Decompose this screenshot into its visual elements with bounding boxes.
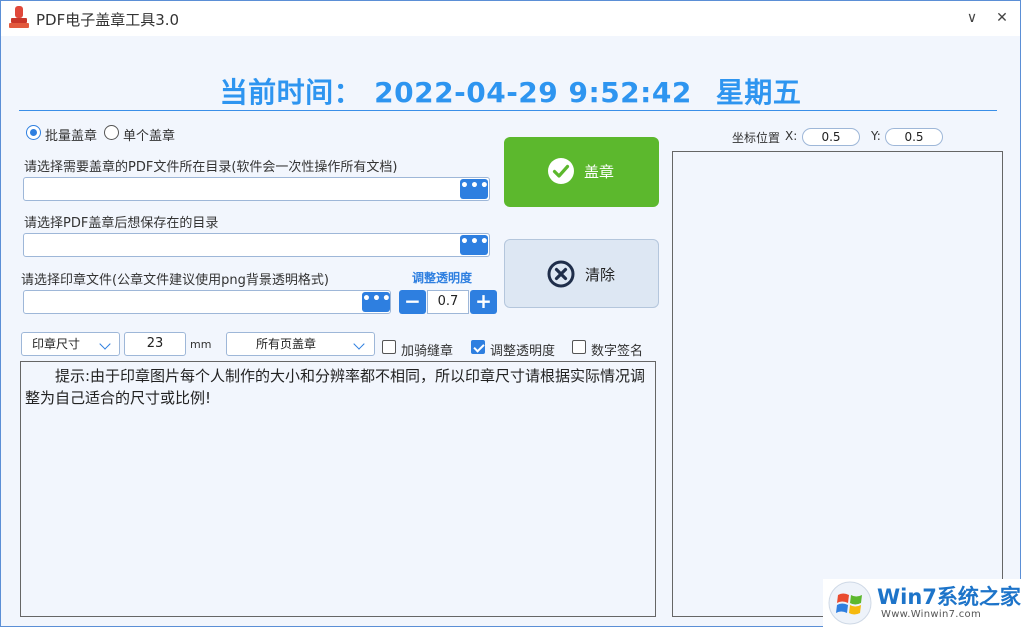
single-mode-radio[interactable]	[104, 125, 119, 140]
close-circle-icon	[547, 260, 575, 288]
source-dir-browse-button[interactable]: •••	[460, 179, 489, 199]
clear-button-label: 清除	[585, 266, 616, 284]
stamp-size-input[interactable]: 23	[124, 332, 186, 356]
watermark-brand: Win7系统之家	[877, 585, 1021, 609]
digital-signature-checkbox[interactable]	[572, 340, 586, 354]
batch-mode-label[interactable]: 批量盖章	[45, 125, 97, 144]
output-dir-browse-button[interactable]: •••	[460, 235, 489, 255]
minimize-button[interactable]: ∨	[961, 7, 983, 29]
watermark-url: Www.Winwin7.com	[881, 609, 981, 620]
seam-stamp-checkbox[interactable]	[382, 340, 396, 354]
stamp-file-label: 请选择印章文件(公章文件建议使用png背景透明格式)	[21, 273, 329, 288]
stamp-button-label: 盖章	[584, 163, 615, 181]
close-button[interactable]: ✕	[991, 7, 1013, 29]
weekday-value: 星期五	[715, 76, 802, 109]
window-title: PDF电子盖章工具3.0	[36, 11, 180, 29]
output-dir-label: 请选择PDF盖章后想保存在的目录	[24, 216, 219, 231]
opacity-caption: 调整透明度	[412, 271, 473, 285]
opacity-increase-button[interactable]: +	[470, 290, 497, 314]
time-value: 2022-04-29 9:52:42	[374, 76, 692, 109]
tip-textarea[interactable]: 提示:由于印章图片每个人制作的大小和分辨率都不相同，所以印章尺寸请根据实际情况调…	[20, 361, 656, 617]
app-window: PDF电子盖章工具3.0 ∨ ✕ 当前时间： 2022-04-29 9:52:42…	[0, 0, 1021, 627]
page-mode-select[interactable]: 所有页盖章	[226, 332, 375, 356]
header-divider	[19, 110, 997, 111]
clear-button[interactable]: 清除	[504, 239, 659, 308]
stamp-preview-panel[interactable]	[672, 151, 1003, 617]
page-mode-value: 所有页盖章	[255, 337, 316, 351]
seam-stamp-label[interactable]: 加骑缝章	[401, 340, 453, 359]
stamp-file-browse-button[interactable]: •••	[362, 292, 391, 312]
tip-text: 提示:由于印章图片每个人制作的大小和分辨率都不相同，所以印章尺寸请根据实际情况调…	[25, 367, 646, 407]
adjust-opacity-checkbox[interactable]	[471, 340, 485, 354]
batch-mode-radio[interactable]	[26, 125, 41, 140]
windows-logo-icon	[828, 581, 872, 625]
site-watermark: Win7系统之家 Www.Winwin7.com	[823, 579, 1021, 627]
title-bar[interactable]: PDF电子盖章工具3.0 ∨ ✕	[1, 1, 1020, 36]
stamp-size-mode-value: 印章尺寸	[31, 337, 80, 351]
opacity-decrease-button[interactable]: −	[399, 290, 426, 314]
coord-x-input[interactable]: 0.5	[802, 128, 860, 146]
coord-y-label: Y:	[871, 129, 881, 143]
check-circle-icon	[548, 158, 574, 184]
stamp-size-unit: mm	[190, 338, 212, 351]
chevron-down-icon	[99, 338, 111, 350]
coordinate-label: 坐标位置	[732, 131, 781, 145]
stamp-file-input[interactable]	[23, 290, 391, 314]
opacity-value-field[interactable]: 0.7	[427, 290, 469, 314]
current-time-display: 当前时间： 2022-04-29 9:52:42 星期五	[1, 71, 1020, 111]
single-mode-label[interactable]: 单个盖章	[123, 125, 175, 144]
stamp-button[interactable]: 盖章	[504, 137, 659, 207]
stamp-size-mode-select[interactable]: 印章尺寸	[21, 332, 120, 356]
output-dir-input[interactable]	[23, 233, 490, 257]
source-dir-input[interactable]	[23, 177, 490, 201]
digital-signature-label[interactable]: 数字签名	[591, 340, 643, 359]
stamp-app-icon	[9, 6, 29, 28]
coord-y-input[interactable]: 0.5	[885, 128, 943, 146]
adjust-opacity-label[interactable]: 调整透明度	[490, 340, 555, 359]
coord-x-label: X:	[785, 129, 798, 143]
chevron-down-icon	[353, 338, 365, 350]
time-label: 当前时间：	[219, 76, 363, 109]
source-dir-label: 请选择需要盖章的PDF文件所在目录(软件会一次性操作所有文档)	[24, 160, 398, 175]
